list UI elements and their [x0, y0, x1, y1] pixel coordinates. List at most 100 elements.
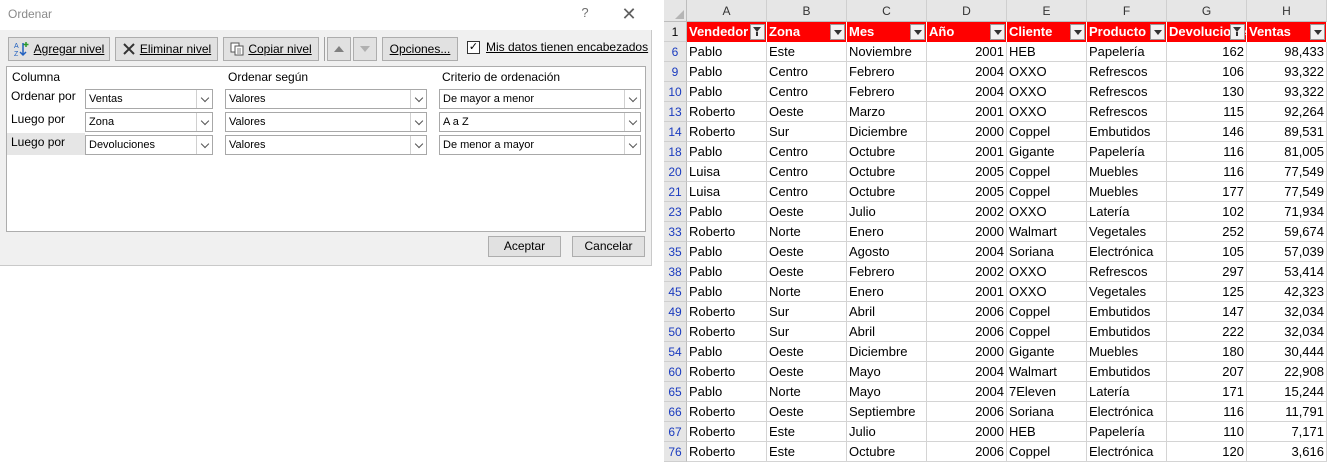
- row-number[interactable]: 45: [664, 282, 687, 302]
- table-cell[interactable]: 222: [1167, 322, 1247, 342]
- row-number[interactable]: 54: [664, 342, 687, 362]
- table-cell[interactable]: Roberto: [687, 102, 767, 122]
- table-cell[interactable]: Mayo: [847, 382, 927, 402]
- table-cell[interactable]: Octubre: [847, 142, 927, 162]
- table-cell[interactable]: Pablo: [687, 342, 767, 362]
- table-cell[interactable]: 177: [1167, 182, 1247, 202]
- filter-dropdown-icon[interactable]: [990, 24, 1005, 40]
- table-cell[interactable]: 2001: [927, 102, 1007, 122]
- table-cell[interactable]: 130: [1167, 82, 1247, 102]
- table-cell[interactable]: 2004: [927, 382, 1007, 402]
- table-cell[interactable]: Pablo: [687, 202, 767, 222]
- table-cell[interactable]: 2000: [927, 342, 1007, 362]
- chevron-down-icon[interactable]: [196, 136, 212, 154]
- filter-dropdown-icon[interactable]: [1310, 24, 1325, 40]
- table-cell[interactable]: 93,322: [1247, 62, 1327, 82]
- table-cell[interactable]: 116: [1167, 162, 1247, 182]
- chevron-down-icon[interactable]: [410, 90, 426, 108]
- table-cell[interactable]: 2001: [927, 282, 1007, 302]
- table-cell[interactable]: Centro: [767, 182, 847, 202]
- table-cell[interactable]: Luisa: [687, 162, 767, 182]
- chevron-down-icon[interactable]: [410, 136, 426, 154]
- table-cell[interactable]: 53,414: [1247, 262, 1327, 282]
- table-cell[interactable]: 2004: [927, 242, 1007, 262]
- table-cell[interactable]: 2004: [927, 62, 1007, 82]
- table-cell[interactable]: Latería: [1087, 382, 1167, 402]
- table-cell[interactable]: OXXO: [1007, 282, 1087, 302]
- table-cell[interactable]: 93,322: [1247, 82, 1327, 102]
- table-cell[interactable]: Septiembre: [847, 402, 927, 422]
- table-cell[interactable]: Walmart: [1007, 222, 1087, 242]
- table-cell[interactable]: Muebles: [1087, 162, 1167, 182]
- table-header-cell[interactable]: Zona: [767, 22, 847, 42]
- filter-dropdown-icon[interactable]: [830, 24, 845, 40]
- table-cell[interactable]: 2006: [927, 402, 1007, 422]
- row-number[interactable]: 20: [664, 162, 687, 182]
- table-cell[interactable]: Muebles: [1087, 182, 1167, 202]
- filter-active-icon[interactable]: [1230, 24, 1245, 40]
- table-cell[interactable]: Roberto: [687, 302, 767, 322]
- table-cell[interactable]: Este: [767, 422, 847, 442]
- table-cell[interactable]: Gigante: [1007, 342, 1087, 362]
- column-letter-header[interactable]: B: [767, 0, 847, 22]
- table-cell[interactable]: 297: [1167, 262, 1247, 282]
- column-letter-header[interactable]: E: [1007, 0, 1087, 22]
- row-number[interactable]: 60: [664, 362, 687, 382]
- table-cell[interactable]: Octubre: [847, 442, 927, 462]
- table-cell[interactable]: Sur: [767, 122, 847, 142]
- order-select[interactable]: De menor a mayor: [439, 135, 641, 155]
- table-cell[interactable]: 2002: [927, 262, 1007, 282]
- row-number[interactable]: 65: [664, 382, 687, 402]
- table-cell[interactable]: Centro: [767, 162, 847, 182]
- column-select[interactable]: Ventas: [85, 89, 213, 109]
- table-header-cell[interactable]: Ventas: [1247, 22, 1327, 42]
- table-cell[interactable]: 180: [1167, 342, 1247, 362]
- table-cell[interactable]: 89,531: [1247, 122, 1327, 142]
- table-cell[interactable]: Roberto: [687, 422, 767, 442]
- table-cell[interactable]: Enero: [847, 222, 927, 242]
- table-cell[interactable]: Refrescos: [1087, 102, 1167, 122]
- table-cell[interactable]: 3,616: [1247, 442, 1327, 462]
- row-number[interactable]: 14: [664, 122, 687, 142]
- table-cell[interactable]: Sur: [767, 322, 847, 342]
- row-number[interactable]: 38: [664, 262, 687, 282]
- table-cell[interactable]: Embutidos: [1087, 302, 1167, 322]
- row-number[interactable]: 18: [664, 142, 687, 162]
- table-cell[interactable]: 2000: [927, 222, 1007, 242]
- filter-dropdown-icon[interactable]: [1070, 24, 1085, 40]
- table-cell[interactable]: 7,171: [1247, 422, 1327, 442]
- table-cell[interactable]: Centro: [767, 62, 847, 82]
- table-cell[interactable]: Coppel: [1007, 322, 1087, 342]
- filter-active-icon[interactable]: [750, 24, 765, 40]
- row-number[interactable]: 50: [664, 322, 687, 342]
- table-cell[interactable]: 105: [1167, 242, 1247, 262]
- table-cell[interactable]: Roberto: [687, 442, 767, 462]
- table-cell[interactable]: Pablo: [687, 262, 767, 282]
- table-cell[interactable]: OXXO: [1007, 262, 1087, 282]
- cancel-button[interactable]: Cancelar: [572, 236, 645, 257]
- table-cell[interactable]: 2000: [927, 122, 1007, 142]
- table-cell[interactable]: Marzo: [847, 102, 927, 122]
- table-cell[interactable]: Oeste: [767, 202, 847, 222]
- table-cell[interactable]: Embutidos: [1087, 122, 1167, 142]
- table-cell[interactable]: 207: [1167, 362, 1247, 382]
- table-cell[interactable]: Julio: [847, 422, 927, 442]
- table-cell[interactable]: OXXO: [1007, 202, 1087, 222]
- table-cell[interactable]: Coppel: [1007, 302, 1087, 322]
- table-header-cell[interactable]: Año: [927, 22, 1007, 42]
- table-cell[interactable]: Latería: [1087, 202, 1167, 222]
- table-cell[interactable]: 2006: [927, 302, 1007, 322]
- table-cell[interactable]: 2006: [927, 322, 1007, 342]
- chevron-down-icon[interactable]: [196, 113, 212, 131]
- table-cell[interactable]: Norte: [767, 382, 847, 402]
- table-cell[interactable]: 2004: [927, 362, 1007, 382]
- chevron-down-icon[interactable]: [624, 90, 640, 108]
- table-cell[interactable]: Soriana: [1007, 242, 1087, 262]
- sort-on-select[interactable]: Valores: [225, 89, 427, 109]
- table-cell[interactable]: 57,039: [1247, 242, 1327, 262]
- table-cell[interactable]: Electrónica: [1087, 242, 1167, 262]
- row-number[interactable]: 33: [664, 222, 687, 242]
- table-cell[interactable]: Oeste: [767, 102, 847, 122]
- table-cell[interactable]: Electrónica: [1087, 442, 1167, 462]
- spreadsheet[interactable]: A B C D E F G H 1 Vendedor Zona Mes Año Cliente Produc…: [664, 0, 1334, 467]
